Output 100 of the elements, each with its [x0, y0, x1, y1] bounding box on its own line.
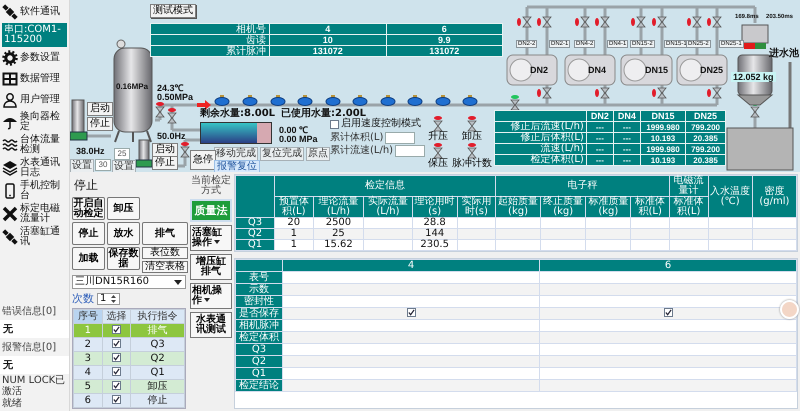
valve-icon[interactable] [707, 88, 722, 98]
start-button[interactable]: 启动 [87, 102, 113, 116]
sidebar-item[interactable]: 台体流量检测 [0, 134, 69, 156]
port-status: 串口:COM1-115200 [2, 23, 67, 47]
input-field[interactable] [385, 132, 416, 144]
sidebar-item[interactable]: 软件通讯 [0, 2, 69, 22]
valve-icon[interactable] [652, 88, 667, 98]
set-button[interactable]: 设置 [70, 159, 94, 172]
column-header: DN4 [613, 110, 640, 122]
checkbox[interactable] [112, 395, 121, 404]
valve-button[interactable]: 升压 [428, 116, 448, 142]
sidebar-item[interactable]: 用户管理 [0, 90, 69, 110]
sidebar-item[interactable]: 水表通讯日志 [0, 157, 69, 179]
status-button[interactable]: 移动完成 [214, 147, 258, 161]
row-label: Q2 [236, 356, 282, 368]
header-cell [236, 176, 274, 218]
weight-reading: 12.052 kg [731, 72, 776, 82]
step-row[interactable]: 3 Q2 [74, 352, 184, 366]
input-field[interactable]: 30 [95, 159, 111, 171]
table-cell: --- [586, 122, 614, 132]
checkbox[interactable] [112, 381, 121, 390]
input-field[interactable] [395, 145, 426, 157]
checkbox[interactable] [664, 308, 672, 318]
model-select[interactable]: 三川DN15R160 [72, 275, 186, 289]
action-button[interactable]: 清空表格 [142, 261, 188, 273]
mode-button[interactable]: 测试模式 [150, 4, 196, 18]
valve-icon[interactable] [652, 16, 667, 28]
valve-icon[interactable] [687, 16, 702, 28]
count-label: 次数 [72, 291, 94, 306]
valve-icon[interactable] [167, 108, 177, 124]
stop-button[interactable]: 停止 [152, 156, 178, 170]
valve-icon[interactable] [517, 16, 532, 28]
table-cell: 10.193 [640, 132, 686, 144]
checkbox[interactable] [112, 367, 121, 376]
gear-icon [2, 50, 18, 66]
status-label: 错误信息[0] [1, 304, 58, 319]
field-label: 累计流速(L/h) [330, 146, 394, 156]
valve-button[interactable]: 脉冲计数 [452, 143, 492, 169]
sidebar-item[interactable]: 手机控制台 [0, 180, 69, 202]
table-cell: --- [613, 154, 640, 166]
table-cell: 131072 [270, 46, 386, 56]
valve-icon[interactable] [510, 95, 520, 110]
action-button[interactable]: 开启自动检定 [72, 197, 105, 220]
step-row[interactable]: 6 停止 [74, 394, 184, 408]
valve-icon[interactable] [155, 102, 165, 118]
action-button[interactable]: 加载 [72, 247, 105, 270]
column-header: 标准体积(L) [669, 196, 708, 218]
set-button[interactable]: 设置 [112, 160, 136, 172]
group-header: 电磁流量计 [669, 176, 708, 196]
valve-icon[interactable] [631, 16, 646, 28]
pressure-gauge-icon [116, 40, 126, 48]
table-cell: --- [613, 144, 640, 154]
emergency-stop-button[interactable]: 急停 [190, 150, 216, 170]
column-header: DN15 [640, 110, 686, 122]
valve-icon[interactable] [537, 16, 552, 28]
valve-icon[interactable] [595, 16, 610, 28]
stop-button[interactable]: 停止 [87, 117, 113, 131]
speed-mode-checkbox[interactable]: 启用速度控制模式 [330, 119, 421, 129]
action-button[interactable]: 停止 [72, 222, 105, 245]
checkbox[interactable] [112, 339, 121, 348]
status-button[interactable]: 原点 [306, 147, 330, 161]
sidebar-item[interactable]: 换向器检定 [0, 111, 69, 133]
sidebar-item[interactable]: 数据管理 [0, 69, 69, 89]
valve-icon[interactable] [595, 88, 610, 98]
checkbox[interactable] [112, 353, 121, 362]
valve-icon[interactable] [575, 16, 590, 28]
waves-icon [2, 137, 18, 153]
start-button[interactable]: 启动 [152, 143, 178, 157]
checkbox[interactable] [406, 308, 416, 318]
table-cell: 1999.980 [640, 122, 686, 132]
count-spinner[interactable]: 1 [97, 292, 120, 304]
step-row[interactable]: 5 卸压 [74, 380, 184, 394]
valve-button[interactable]: 卸压 [462, 116, 482, 142]
sidebar-item[interactable]: 参数设置 [0, 48, 69, 68]
action-button[interactable]: 表位数 [142, 247, 188, 259]
column-header: 4 [282, 260, 540, 272]
action-button[interactable]: 保存数据 [107, 247, 140, 270]
dropdown-button[interactable]: 相机操作 [190, 283, 232, 309]
alarm-reset-button[interactable]: 报警复位 [214, 160, 260, 172]
sidebar-item[interactable]: 标定电磁流量计 [0, 203, 69, 225]
step-row[interactable]: 4 Q1 [74, 366, 184, 380]
valve-icon[interactable] [707, 16, 722, 28]
field-label: 累计体积(L) [330, 133, 384, 143]
status-button[interactable]: 复位完成 [260, 147, 304, 161]
step-row[interactable]: 2 Q3 [74, 338, 184, 352]
action-button[interactable]: 放水 [107, 222, 140, 245]
action-button[interactable]: 水表通讯测试 [190, 312, 232, 338]
row-label: 修正后流速(L/h) [494, 122, 586, 132]
action-button[interactable]: 卸压 [107, 197, 140, 220]
action-button[interactable]: 排气 [142, 222, 188, 245]
sidebar-item[interactable]: 活塞缸通讯 [0, 226, 69, 248]
column-header: 终止质量(kg) [540, 196, 586, 218]
valve-icon[interactable] [180, 142, 190, 158]
dropdown-button[interactable]: 活塞缸操作 [190, 225, 232, 251]
valve-icon[interactable] [537, 88, 552, 98]
valve-button[interactable]: 保压 [428, 143, 448, 169]
checkbox[interactable] [112, 325, 121, 334]
input-field[interactable]: 25 [114, 148, 130, 160]
water-meter-icon [270, 95, 286, 106]
action-button[interactable]: 增压缸排气 [190, 254, 232, 280]
